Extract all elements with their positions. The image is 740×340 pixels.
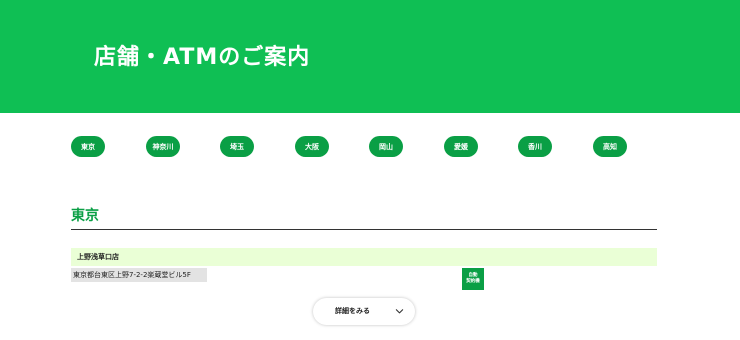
header-banner: 店舗・ATMのご案内 [0,0,740,113]
region-tab-label: 大阪 [305,142,319,151]
page-title: 店舗・ATMのご案内 [94,45,311,70]
store-name-row: 上野浅草口店 [71,248,657,266]
region-tab-label: 高知 [603,142,617,151]
region-tab-label: 愛媛 [454,142,468,151]
badge-line-2: 契約機 [466,279,480,284]
region-tab-label: 埼玉 [230,142,244,151]
region-tab-label: 岡山 [379,142,393,151]
region-tab-kochi[interactable]: 高知 [593,136,627,157]
region-tab-label: 香川 [528,142,542,151]
section-divider [71,229,657,230]
region-tab-label: 神奈川 [152,142,174,151]
region-tab-kanagawa[interactable]: 神奈川 [146,136,180,157]
region-tab-ehime[interactable]: 愛媛 [444,136,478,157]
view-details-button[interactable]: 詳細をみる [313,298,415,325]
region-tab-osaka[interactable]: 大阪 [295,136,329,157]
store-name: 上野浅草口店 [77,253,119,261]
auto-contract-machine-badge: 自動 契約機 [462,268,484,290]
region-tab-okayama[interactable]: 岡山 [369,136,403,157]
region-tab-kagawa[interactable]: 香川 [518,136,552,157]
chevron-down-icon [395,309,404,314]
section-title: 東京 [71,208,99,224]
view-details-label: 詳細をみる [335,307,370,315]
region-tab-saitama[interactable]: 埼玉 [220,136,254,157]
store-address: 東京都台東区上野7-2-2楽蔵堂ビル5F [71,268,207,282]
region-tab-label: 東京 [81,142,95,151]
region-tab-tokyo[interactable]: 東京 [71,136,105,157]
